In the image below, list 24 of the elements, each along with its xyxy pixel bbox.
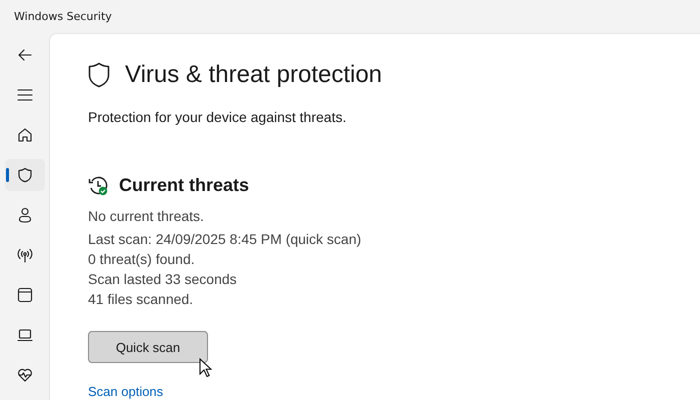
threat-status: No current threats. — [88, 208, 204, 224]
laptop-icon — [16, 327, 32, 343]
home-icon — [16, 127, 32, 143]
scan-detail: 0 threat(s) found. — [88, 250, 196, 269]
heart-pulse-icon — [16, 367, 32, 383]
scan-detail: Scan lasted 33 seconds — [88, 270, 238, 289]
scan-detail: 41 files scanned. — [88, 290, 194, 309]
window-title: Windows Security — [14, 10, 112, 23]
quick-scan-button[interactable]: Quick scan — [88, 331, 208, 363]
cursor-icon — [199, 358, 213, 378]
section-heading: Current threats — [119, 175, 250, 196]
person-icon — [16, 207, 32, 223]
scan-options-link[interactable]: Scan options — [88, 384, 164, 399]
clock-check-icon — [88, 176, 110, 196]
page-subtitle: Protection for your device against threats. — [88, 109, 346, 125]
scan-detail: Last scan: 24/09/2025 8:45 PM (quick scan) — [88, 230, 362, 249]
page-title: Virus & threat protection — [125, 61, 382, 89]
shield-icon — [88, 62, 110, 88]
back-arrow-icon — [16, 47, 32, 63]
antenna-icon — [16, 247, 32, 263]
shield-nav-item[interactable] — [4, 159, 44, 191]
window-icon — [16, 287, 32, 303]
shield-icon — [16, 167, 32, 183]
menu-icon — [16, 87, 32, 103]
